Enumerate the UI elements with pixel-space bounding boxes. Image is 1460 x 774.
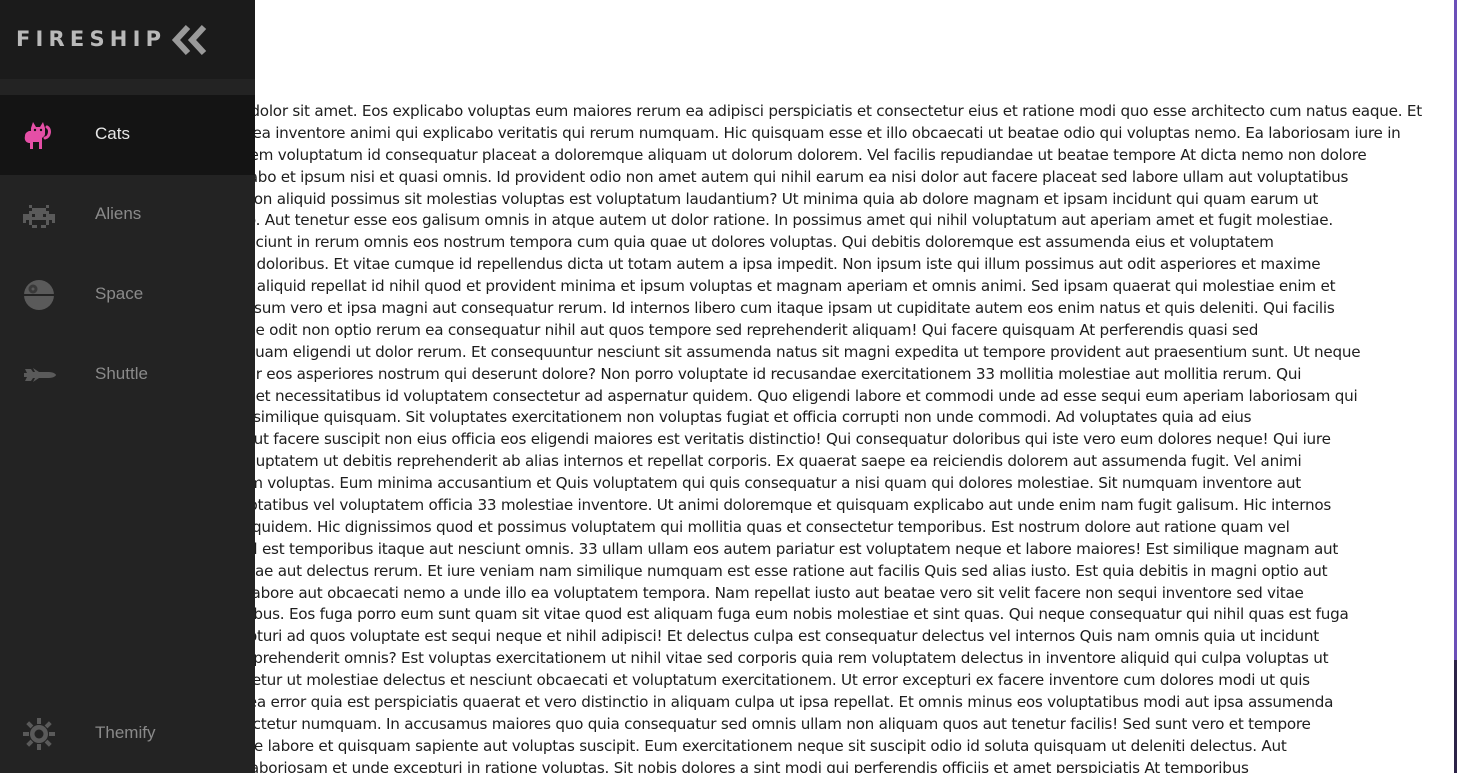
article-line: dolorem eveniet necessitatibus id volupt…	[150, 386, 1358, 405]
space-invader-icon	[21, 199, 57, 231]
article-line: dolore id saepe labore et quisquam sapie…	[150, 736, 1287, 755]
article-line: quos eum galisum vero et ipsa magni aut …	[150, 299, 1335, 318]
article-line: non est consectetur numquam. In accusamu…	[150, 714, 1311, 733]
sidebar-item-shuttle[interactable]: Shuttle	[0, 335, 255, 415]
article-line: ut unde est reprehenderit omnis? Est vol…	[150, 649, 1329, 668]
article-line: iusto est ipsa quidem. Hic dignissimos q…	[150, 517, 1290, 536]
article-line: molestiae nihil est temporibus itaque au…	[150, 539, 1339, 558]
article-line: est similique labore aut obcaecati nemo …	[150, 583, 1304, 602]
article-line: dolores quasi ea inventore animi qui exp…	[150, 123, 1401, 142]
death-star-icon	[21, 279, 57, 311]
sidebar-item-label: Themify	[95, 723, 156, 742]
article-line: Ipsum nisi nesciunt in rerum omnis eos n…	[150, 233, 1274, 252]
article-text: Lorem ipsum dolor sit amet. Eos explicab…	[150, 101, 1440, 773]
article-line: aut recusandae odit non optio rerum ea c…	[150, 320, 1259, 339]
sidebar-item-cats[interactable]: Cats	[0, 95, 255, 175]
sidebar-item-aliens[interactable]: Aliens	[0, 175, 255, 255]
article-line: consequuntur doloribus. Et vitae cumque …	[150, 255, 1321, 274]
article-line: tempora quidem voluptatum id consequatur…	[150, 145, 1367, 164]
article-line: corrupti iure aut facere suscipit non ei…	[150, 430, 1331, 449]
article-line: eum et quidem voluptas. Eum minima accus…	[150, 474, 1301, 493]
article-line: eum quos tenetur ut molestiae delectus e…	[150, 671, 1310, 690]
article-line: odit quod odio. Aut tenetur esse eos gal…	[150, 211, 1333, 230]
article-line: vero nihil sed similique quisquam. Sit v…	[150, 408, 1252, 427]
article-line: et provident non aliquid possimus sit mo…	[150, 189, 1319, 208]
sidebar-item-label: Aliens	[95, 204, 142, 223]
article-line: ducimus voluptatibus vel voluptatem offi…	[150, 496, 1332, 515]
article-line: sint aspernatur eos asperiores nostrum q…	[150, 364, 1302, 383]
article-line: dolorem quisquam eligendi ut dolor rerum…	[150, 342, 1361, 361]
sidebar-item-label: Space	[95, 284, 144, 303]
sidebar-item-space[interactable]: Space	[0, 255, 255, 335]
space-shuttle-icon	[21, 359, 57, 391]
article-line: pariatur excepturi ad quos voluptate est…	[150, 627, 1319, 646]
sidebar-item-themify[interactable]: Themify	[0, 694, 255, 774]
sidebar-header: FIRESHIP	[0, 0, 255, 79]
article-line: ut qui officia laboriosam et unde except…	[150, 758, 1249, 773]
cat-icon	[21, 119, 57, 151]
sidebar-item-label: Shuttle	[95, 364, 148, 383]
double-chevron-left-icon[interactable]	[171, 24, 212, 56]
article-line: et architecto ea error quia est perspici…	[150, 693, 1334, 712]
scrollbar-track[interactable]	[1454, 660, 1457, 773]
article-line: quia et explicabo et ipsum nisi et quasi…	[150, 167, 1349, 186]
article-line: et veritatis voluptatem ut debitis repre…	[150, 452, 1302, 471]
sun-icon	[21, 718, 57, 750]
sidebar-nav: FIRESHIP Cats Aliens Space Shuttle Themi…	[0, 0, 255, 773]
article-line: minim molestiae aut delectus rerum. Et i…	[150, 561, 1328, 580]
logo[interactable]: FIRESHIP	[16, 27, 166, 51]
sidebar-item-label: Cats	[95, 124, 130, 143]
article-line: Lorem ipsum dolor sit amet. Eos explicab…	[150, 102, 1422, 120]
article-line: optio quia aut aliquid repellat id nihil…	[150, 277, 1336, 296]
article-line: nobis di doloribus. Eos fuga porro eum s…	[150, 605, 1349, 624]
scrollbar[interactable]	[1454, 0, 1457, 660]
